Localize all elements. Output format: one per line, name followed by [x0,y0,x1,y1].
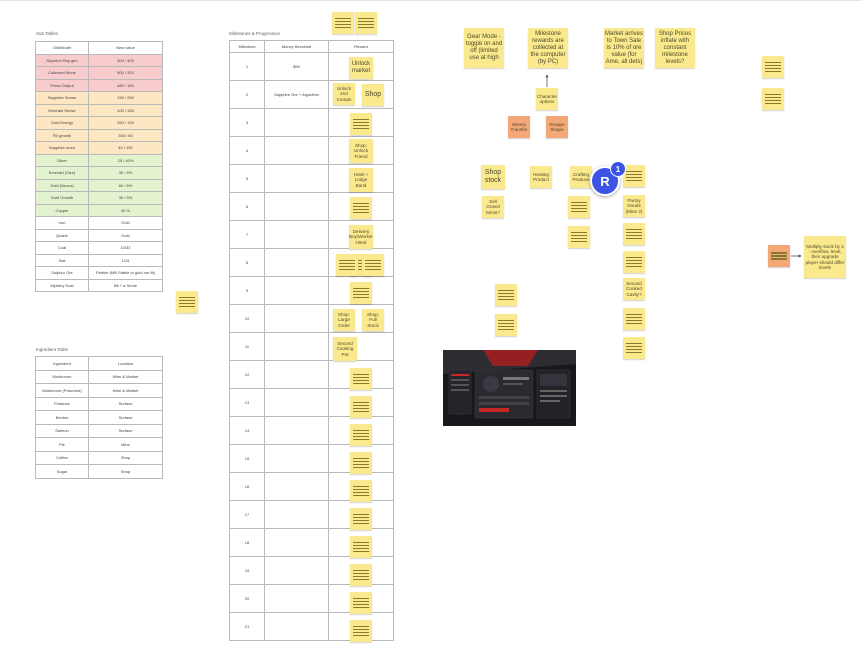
connector-layer [545,74,802,258]
collaborator-count-badge: 1 [610,161,626,177]
game-screenshot-thumbnail[interactable] [443,350,576,426]
game-screenshot-drawing [443,350,576,426]
